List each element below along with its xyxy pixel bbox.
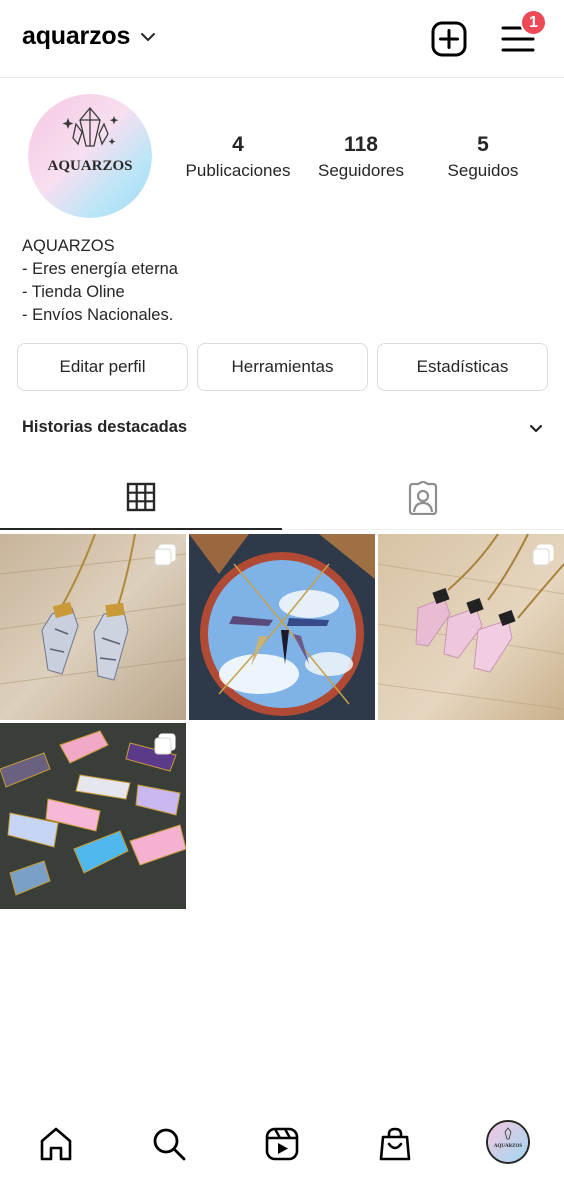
home-icon xyxy=(40,1127,72,1161)
edit-profile-button[interactable]: Editar perfil xyxy=(17,343,188,391)
account-switcher[interactable]: aquarzos xyxy=(22,22,156,51)
posts-count[interactable]: 4 Publicaciones xyxy=(173,132,303,184)
chevron-down-icon xyxy=(141,32,156,41)
carousel-icon xyxy=(154,733,176,755)
tab-tagged[interactable] xyxy=(282,466,564,530)
nav-profile-avatar[interactable]: AQUARZOS xyxy=(486,1120,530,1164)
post-thumbnail[interactable] xyxy=(0,534,186,720)
bottom-navigation: AQUARZOS xyxy=(0,1110,564,1176)
following-count[interactable]: 5 Seguidos xyxy=(418,132,548,184)
profile-actions: Editar perfil Herramientas Estadísticas xyxy=(17,343,548,391)
profile-bio: AQUARZOS - Eres energía eterna - Tienda … xyxy=(22,235,178,327)
tools-button[interactable]: Herramientas xyxy=(197,343,368,391)
tab-posts-grid[interactable] xyxy=(0,466,282,530)
nav-reels[interactable] xyxy=(262,1124,302,1164)
avatar-logo-text: AQUARZOS xyxy=(47,158,132,174)
story-highlights-toggle[interactable]: Historias destacadas xyxy=(22,418,544,437)
followers-count[interactable]: 118 Seguidores xyxy=(296,132,426,184)
profile-tabs xyxy=(0,466,564,530)
reels-icon xyxy=(265,1127,299,1161)
svg-text:AQUARZOS: AQUARZOS xyxy=(494,1144,523,1149)
insights-button[interactable]: Estadísticas xyxy=(377,343,548,391)
post-thumbnail[interactable] xyxy=(189,534,375,720)
carousel-icon xyxy=(532,544,554,566)
grid-icon xyxy=(126,482,156,512)
profile-name: AQUARZOS xyxy=(22,237,115,255)
post-image xyxy=(189,534,375,720)
post-thumbnail[interactable] xyxy=(0,723,186,909)
post-thumbnail[interactable] xyxy=(378,534,564,720)
top-header: aquarzos 1 xyxy=(0,0,564,78)
search-icon xyxy=(153,1128,186,1161)
bio-line: - Tienda Oline xyxy=(22,283,125,301)
username: aquarzos xyxy=(22,22,131,50)
plus-square-icon[interactable] xyxy=(431,21,467,57)
bio-line: - Eres energía eterna xyxy=(22,260,178,278)
nav-home[interactable] xyxy=(36,1124,76,1164)
notification-badge: 1 xyxy=(520,9,547,36)
profile-avatar[interactable]: AQUARZOS xyxy=(28,94,152,218)
chevron-down-icon xyxy=(529,424,543,432)
carousel-icon xyxy=(154,544,176,566)
bio-line: - Envíos Nacionales. xyxy=(22,306,174,324)
shop-icon xyxy=(379,1127,411,1161)
nav-shop[interactable] xyxy=(375,1124,415,1164)
nav-search[interactable] xyxy=(149,1124,189,1164)
tagged-person-icon xyxy=(408,481,438,515)
highlights-title: Historias destacadas xyxy=(22,418,188,436)
